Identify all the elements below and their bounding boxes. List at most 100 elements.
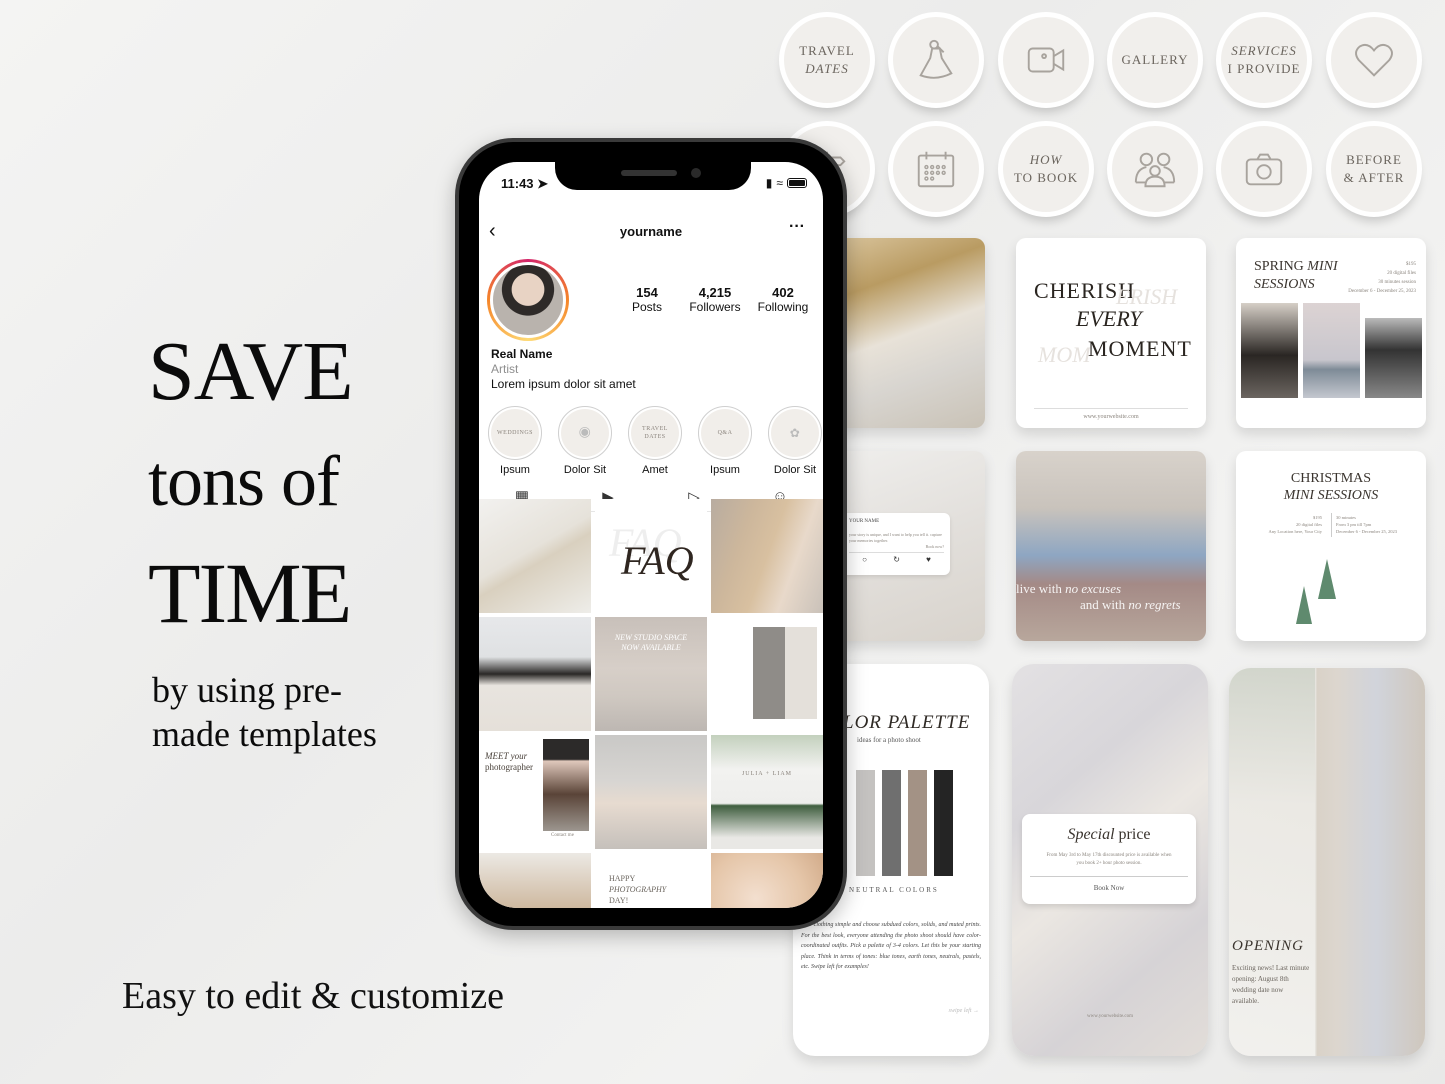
palette-swatch (882, 770, 901, 876)
highlight-item[interactable]: ✿ Dolor Sit (767, 406, 823, 476)
post-street-woman[interactable] (595, 735, 707, 849)
stat-value: 402 (772, 285, 794, 300)
post-meet-photographer[interactable]: MEET your photographer Contact me (479, 735, 591, 849)
post-venue[interactable]: JULIA + LIAM (711, 735, 823, 849)
detail: Any Location here, Your City (1268, 529, 1323, 534)
detail: 20 digital files (1387, 271, 1416, 276)
more-options-icon[interactable]: ··· (789, 218, 805, 236)
spring-title-b: SESSIONS (1254, 277, 1315, 292)
palette-swatches (856, 770, 953, 876)
stat-followers[interactable]: 4,215 Followers (681, 285, 749, 315)
post-portrait[interactable] (479, 853, 591, 908)
highlight-cover: Q&A (701, 409, 749, 457)
profile-stats: 154 Posts 4,215 Followers 402 Following (613, 285, 817, 315)
palette-body: your clothing simple and choose subdued … (801, 922, 981, 970)
before-after-text: & AFTER (711, 648, 713, 698)
detail: 30 minutes (1336, 515, 1356, 520)
bride-dress-icon (919, 39, 953, 79)
template-opening[interactable]: OPENING Exciting news! Last minute openi… (1229, 668, 1425, 1056)
cover-label: & AFTER (1343, 170, 1405, 185)
template-quote-photo[interactable]: live with no excuses and with no regrets (1016, 451, 1206, 641)
happy-line2: PHOTOGRAPHY (609, 885, 667, 894)
special-title: Special price (1022, 826, 1196, 844)
highlight-cover-services: SERVICES I PROVIDE (1216, 12, 1312, 108)
book-now-button[interactable]: Book Now (1022, 884, 1196, 892)
comment-icon: ○ (862, 555, 867, 564)
highlight-cover-family (1107, 121, 1203, 217)
highlight-item[interactable]: Q&A Ipsum (697, 406, 753, 476)
stat-value: 154 (636, 285, 658, 300)
palette-title: LOR PALETTE (843, 712, 971, 733)
post-happy-photography-day[interactable]: HAPPY PHOTOGRAPHY DAY! (595, 853, 707, 908)
highlight-label: Ipsum (710, 464, 740, 476)
photographer-photo (543, 739, 589, 831)
detail: 30 minutes session (1378, 280, 1416, 285)
template-comment-card[interactable]: YOUR NAME your story is unique, and I wa… (835, 451, 985, 641)
stat-label: Followers (689, 300, 741, 314)
highlight-item[interactable]: TRAVEL DATES Amet (627, 406, 683, 476)
bio-text: Lorem ipsum dolor sit amet (491, 377, 636, 391)
special-title-italic: Special (1067, 826, 1115, 843)
stat-posts[interactable]: 154 Posts (613, 285, 681, 315)
christmas-title: CHRISTMAS (1290, 471, 1372, 486)
heart-icon: ♥ (926, 555, 931, 564)
christmas-subtitle: MINI SESSIONS (1283, 488, 1379, 503)
quote-b-italic: no regrets (1128, 597, 1181, 612)
highlight-cover-gallery: GALLERY (1107, 12, 1203, 108)
profile-avatar[interactable] (487, 259, 569, 341)
status-icons: ▮ ≈ (766, 176, 807, 190)
highlight-item[interactable]: WEDDINGS Ipsum (487, 406, 543, 476)
highlight-label: Dolor Sit (563, 464, 607, 476)
post-bride-hair[interactable] (711, 499, 823, 613)
cherish-line2: EVERY (1076, 306, 1142, 331)
divider (1030, 876, 1188, 877)
palette-caption: NEUTRAL COLORS (849, 886, 939, 894)
headline-save: SAVE (148, 325, 354, 418)
detail: 20 digital files (1296, 522, 1322, 527)
post-face-closeup[interactable] (711, 853, 823, 908)
post-beach-couple[interactable] (479, 617, 591, 731)
highlight-cover: WEDDINGS (491, 409, 539, 457)
palette-swatch (934, 770, 953, 876)
template-cherish-every-moment[interactable]: CHERISH ERISH EVERY MOM MOMENT www.yourw… (1016, 238, 1206, 428)
highlight-label: Amet (642, 464, 668, 476)
cover-label: GALLERY (1121, 52, 1189, 67)
post-studio[interactable]: NEW STUDIO SPACE NOW AVAILABLE (595, 617, 707, 731)
stat-value: 4,215 (698, 285, 732, 300)
quote-line1: live with no excuses (1016, 581, 1121, 597)
meet-line1: MEET your (485, 751, 528, 761)
comment-cta: Book now? (925, 544, 944, 549)
studio-line1: NEW STUDIO SPACE (614, 633, 688, 642)
post-book-flowers[interactable] (479, 499, 591, 613)
headline-time: TIME (148, 545, 352, 641)
highlight-label: Dolor Sit (773, 464, 817, 476)
happy-text: HAPPY PHOTOGRAPHY DAY! (609, 873, 666, 906)
cover-label: TO BOOK (1013, 170, 1079, 185)
post-grid: FAQ FAQ NEW STUDIO SPACENOW AVAILABLE & … (479, 499, 823, 908)
post-before-after[interactable]: & AFTER (711, 617, 823, 731)
stat-following[interactable]: 402 Following (749, 285, 817, 315)
template-dried-flowers[interactable] (835, 238, 985, 428)
cover-label: I PROVIDE (1227, 61, 1301, 76)
headline-tons-of: tons of (148, 441, 340, 521)
opening-body: Exciting news! Last minute opening: Augu… (1232, 964, 1310, 1005)
post-faq[interactable]: FAQ FAQ (595, 499, 707, 613)
bio-role: Artist (491, 362, 519, 376)
spring-title: SPRING MINI SESSIONS (1254, 258, 1338, 294)
template-special-price[interactable]: Special price From May 3rd to May 17th d… (1012, 664, 1208, 1056)
wifi-icon: ≈ (776, 176, 783, 190)
cover-label: SERVICES (1231, 43, 1297, 58)
before-after-photo (753, 627, 817, 719)
template-spring-mini-sessions[interactable]: SPRING MINI SESSIONS $195 20 digital file… (1236, 238, 1426, 428)
bio-name: Real Name (491, 347, 553, 361)
palette-swatch (908, 770, 927, 876)
contact-label: Contact me (551, 833, 574, 838)
template-christmas-mini-sessions[interactable]: CHRISTMAS MINI SESSIONS $195 20 digital f… (1236, 451, 1426, 641)
special-title-text: price (1118, 826, 1151, 843)
highlight-item[interactable]: ◉ Dolor Sit (557, 406, 613, 476)
swipe-hint: swipe left → (948, 1008, 979, 1014)
phone-notch (555, 162, 751, 190)
family-icon (1134, 152, 1176, 188)
highlight-cover-calendar (888, 121, 984, 217)
detail: December 6 - December 25, 2023 (1336, 529, 1397, 534)
